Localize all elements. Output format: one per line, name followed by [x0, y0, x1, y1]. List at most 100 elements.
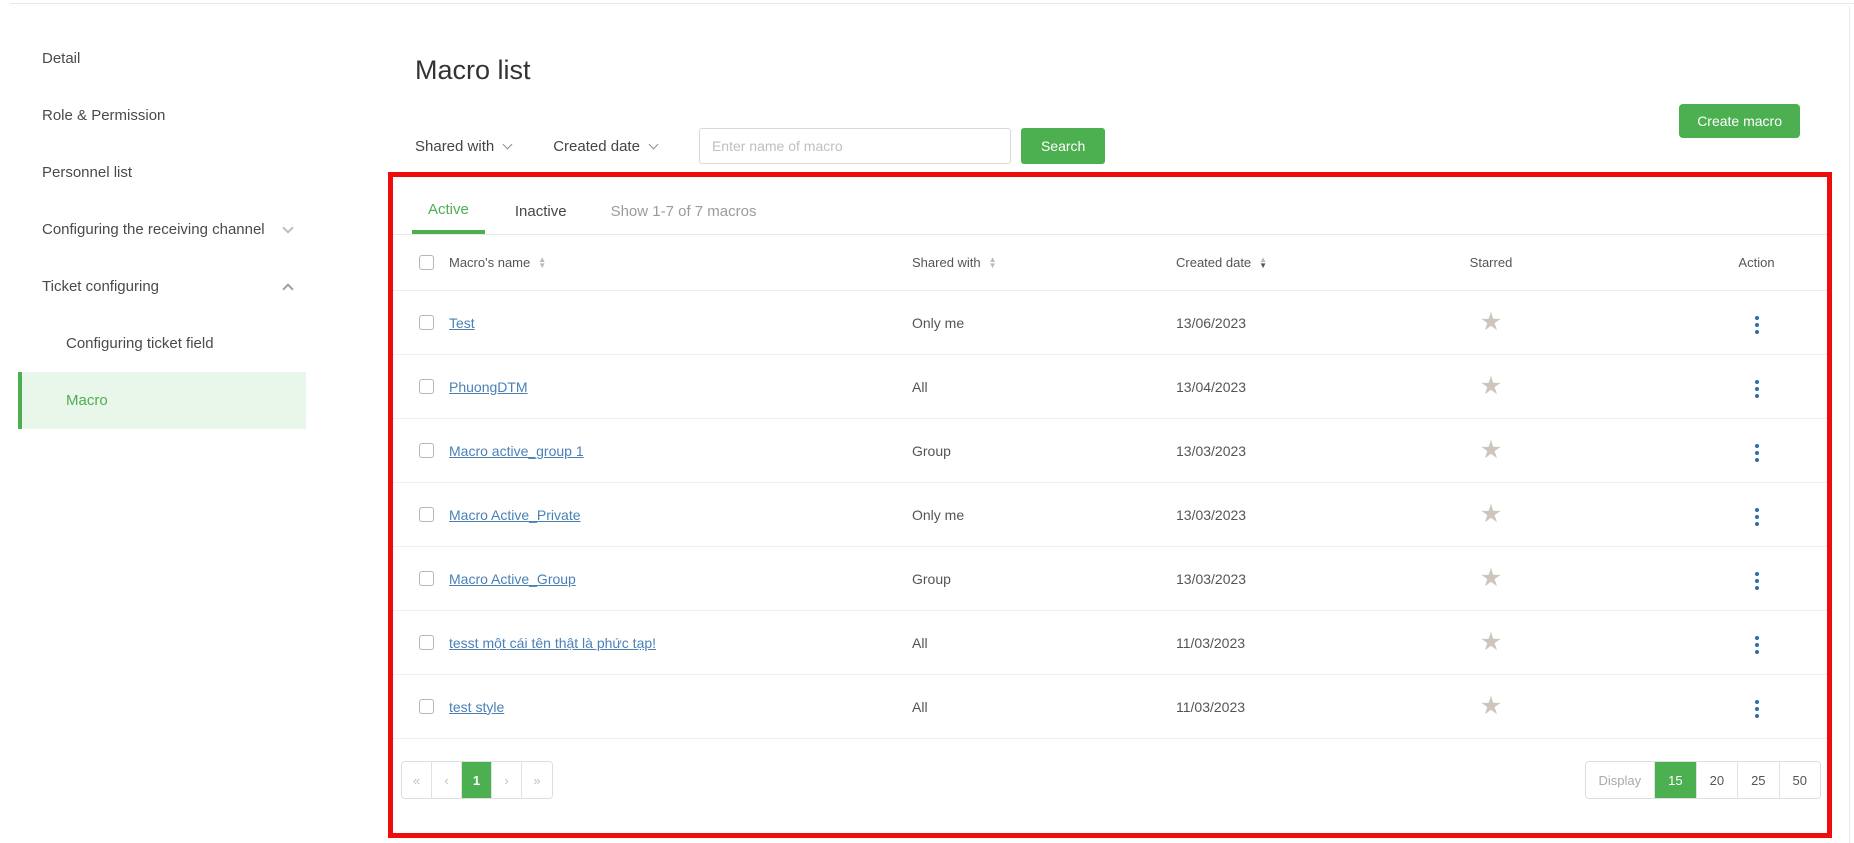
created-date-value: 11/03/2023 [1176, 699, 1406, 715]
sidebar-item-label: Macro [66, 392, 108, 409]
star-icon[interactable]: ★ [1480, 692, 1502, 720]
row-checkbox[interactable] [419, 315, 434, 330]
search-button[interactable]: Search [1021, 128, 1105, 164]
page-size-option-15[interactable]: 15 [1655, 762, 1696, 798]
first-page-button[interactable]: « [402, 762, 432, 798]
results-summary: Show 1-7 of 7 macros [611, 203, 757, 234]
shared-with-value: All [912, 379, 1176, 395]
filter-bar: Shared with Created date Search [415, 128, 1854, 164]
sidebar-item-role-permission[interactable]: Role & Permission [18, 87, 306, 144]
star-icon[interactable]: ★ [1480, 308, 1502, 336]
table-row: Macro active_group 1 Group 13/03/2023 ★ [393, 419, 1827, 483]
kebab-menu-icon[interactable] [1751, 376, 1763, 402]
macro-name-link[interactable]: Macro active_group 1 [449, 443, 584, 459]
page-size-option-50[interactable]: 50 [1780, 762, 1820, 798]
sidebar-item-detail[interactable]: Detail [18, 30, 306, 87]
select-all-checkbox[interactable] [419, 255, 434, 270]
chevron-down-icon [282, 222, 293, 233]
page-size-option-25[interactable]: 25 [1738, 762, 1779, 798]
row-checkbox[interactable] [419, 571, 434, 586]
kebab-menu-icon[interactable] [1751, 504, 1763, 530]
table-row: Macro Active_Private Only me 13/03/2023 … [393, 483, 1827, 547]
last-page-button[interactable]: » [522, 762, 552, 798]
created-date-value: 13/03/2023 [1176, 507, 1406, 523]
star-icon[interactable]: ★ [1480, 628, 1502, 656]
kebab-menu-icon[interactable] [1751, 312, 1763, 338]
star-icon[interactable]: ★ [1480, 372, 1502, 400]
created-date-value: 13/03/2023 [1176, 443, 1406, 459]
row-checkbox[interactable] [419, 635, 434, 650]
macro-name-link[interactable]: Macro Active_Private [449, 507, 581, 523]
macro-table-highlight-box: Active Inactive Show 1-7 of 7 macros Mac… [388, 172, 1832, 838]
shared-with-filter-label: Shared with [415, 138, 494, 155]
kebab-menu-icon[interactable] [1751, 568, 1763, 594]
row-checkbox[interactable] [419, 699, 434, 714]
sidebar-item-personnel-list[interactable]: Personnel list [18, 144, 306, 201]
table-header-row: Macro's name ▲▼ Shared with ▲▼ Created d… [393, 235, 1827, 291]
sidebar-item-label: Personnel list [42, 164, 132, 181]
page-size-option-20[interactable]: 20 [1697, 762, 1738, 798]
created-date-value: 13/03/2023 [1176, 571, 1406, 587]
column-header-macro-name[interactable]: Macro's name ▲▼ [449, 255, 912, 270]
tab-bar: Active Inactive Show 1-7 of 7 macros [393, 177, 1827, 235]
created-date-filter-label: Created date [553, 138, 640, 155]
column-header-created-date[interactable]: Created date ▲▼ [1176, 255, 1406, 270]
shared-with-value: Group [912, 571, 1176, 587]
tab-active[interactable]: Active [412, 201, 485, 234]
chevron-down-icon [503, 140, 513, 150]
macro-name-link[interactable]: Macro Active_Group [449, 571, 576, 587]
row-checkbox[interactable] [419, 379, 434, 394]
row-checkbox[interactable] [419, 443, 434, 458]
table-row: Macro Active_Group Group 13/03/2023 ★ [393, 547, 1827, 611]
previous-page-button[interactable]: ‹ [432, 762, 462, 798]
created-date-value: 13/06/2023 [1176, 315, 1406, 331]
column-header-starred: Starred [1406, 255, 1576, 270]
sidebar: Detail Role & Permission Personnel list … [18, 30, 306, 429]
kebab-menu-icon[interactable] [1751, 440, 1763, 466]
sidebar-item-configuring-receiving-channel[interactable]: Configuring the receiving channel [18, 201, 306, 258]
sidebar-item-macro[interactable]: Macro [18, 372, 306, 429]
star-icon[interactable]: ★ [1480, 500, 1502, 528]
sidebar-item-ticket-configuring[interactable]: Ticket configuring [18, 258, 306, 315]
shared-with-value: Only me [912, 507, 1176, 523]
row-checkbox[interactable] [419, 507, 434, 522]
table-row: PhuongDTM All 13/04/2023 ★ [393, 355, 1827, 419]
shared-with-value: Group [912, 443, 1176, 459]
sort-icon: ▲▼ [989, 257, 997, 269]
created-date-value: 13/04/2023 [1176, 379, 1406, 395]
sidebar-item-label: Ticket configuring [42, 278, 159, 295]
display-label: Display [1586, 762, 1656, 798]
column-header-shared-with[interactable]: Shared with ▲▼ [912, 255, 1176, 270]
star-icon[interactable]: ★ [1480, 564, 1502, 592]
main-content: Macro list Shared with Created date Sear… [330, 0, 1854, 164]
table-row: test style All 11/03/2023 ★ [393, 675, 1827, 739]
macro-name-link[interactable]: tesst một cái tên thật là phức tạp! [449, 635, 656, 651]
created-date-value: 11/03/2023 [1176, 635, 1406, 651]
chevron-down-icon [649, 140, 659, 150]
sidebar-item-label: Role & Permission [42, 107, 165, 124]
table-row: Test Only me 13/06/2023 ★ [393, 291, 1827, 355]
page-number-button[interactable]: 1 [462, 762, 492, 798]
page-title: Macro list [415, 55, 1854, 86]
table-row: tesst một cái tên thật là phức tạp! All … [393, 611, 1827, 675]
create-macro-button[interactable]: Create macro [1679, 104, 1800, 138]
search-input[interactable] [699, 128, 1011, 164]
kebab-menu-icon[interactable] [1751, 632, 1763, 658]
sidebar-item-configuring-ticket-field[interactable]: Configuring ticket field [18, 315, 306, 372]
macro-name-link[interactable]: test style [449, 699, 504, 715]
shared-with-value: Only me [912, 315, 1176, 331]
sidebar-item-label: Detail [42, 50, 80, 67]
shared-with-filter-dropdown[interactable]: Shared with [415, 138, 511, 155]
page-size-selector: Display 15 20 25 50 [1585, 761, 1822, 799]
sidebar-item-label: Configuring ticket field [66, 335, 214, 352]
chevron-up-icon [282, 283, 293, 294]
macro-name-link[interactable]: PhuongDTM [449, 379, 528, 395]
macro-name-link[interactable]: Test [449, 315, 475, 331]
next-page-button[interactable]: › [492, 762, 522, 798]
created-date-filter-dropdown[interactable]: Created date [553, 138, 657, 155]
table-footer: « ‹ 1 › » Display 15 20 25 50 [401, 761, 1821, 799]
tab-inactive[interactable]: Inactive [513, 203, 569, 234]
kebab-menu-icon[interactable] [1751, 696, 1763, 722]
sort-desc-icon: ▲▼ [1259, 257, 1267, 269]
star-icon[interactable]: ★ [1480, 436, 1502, 464]
